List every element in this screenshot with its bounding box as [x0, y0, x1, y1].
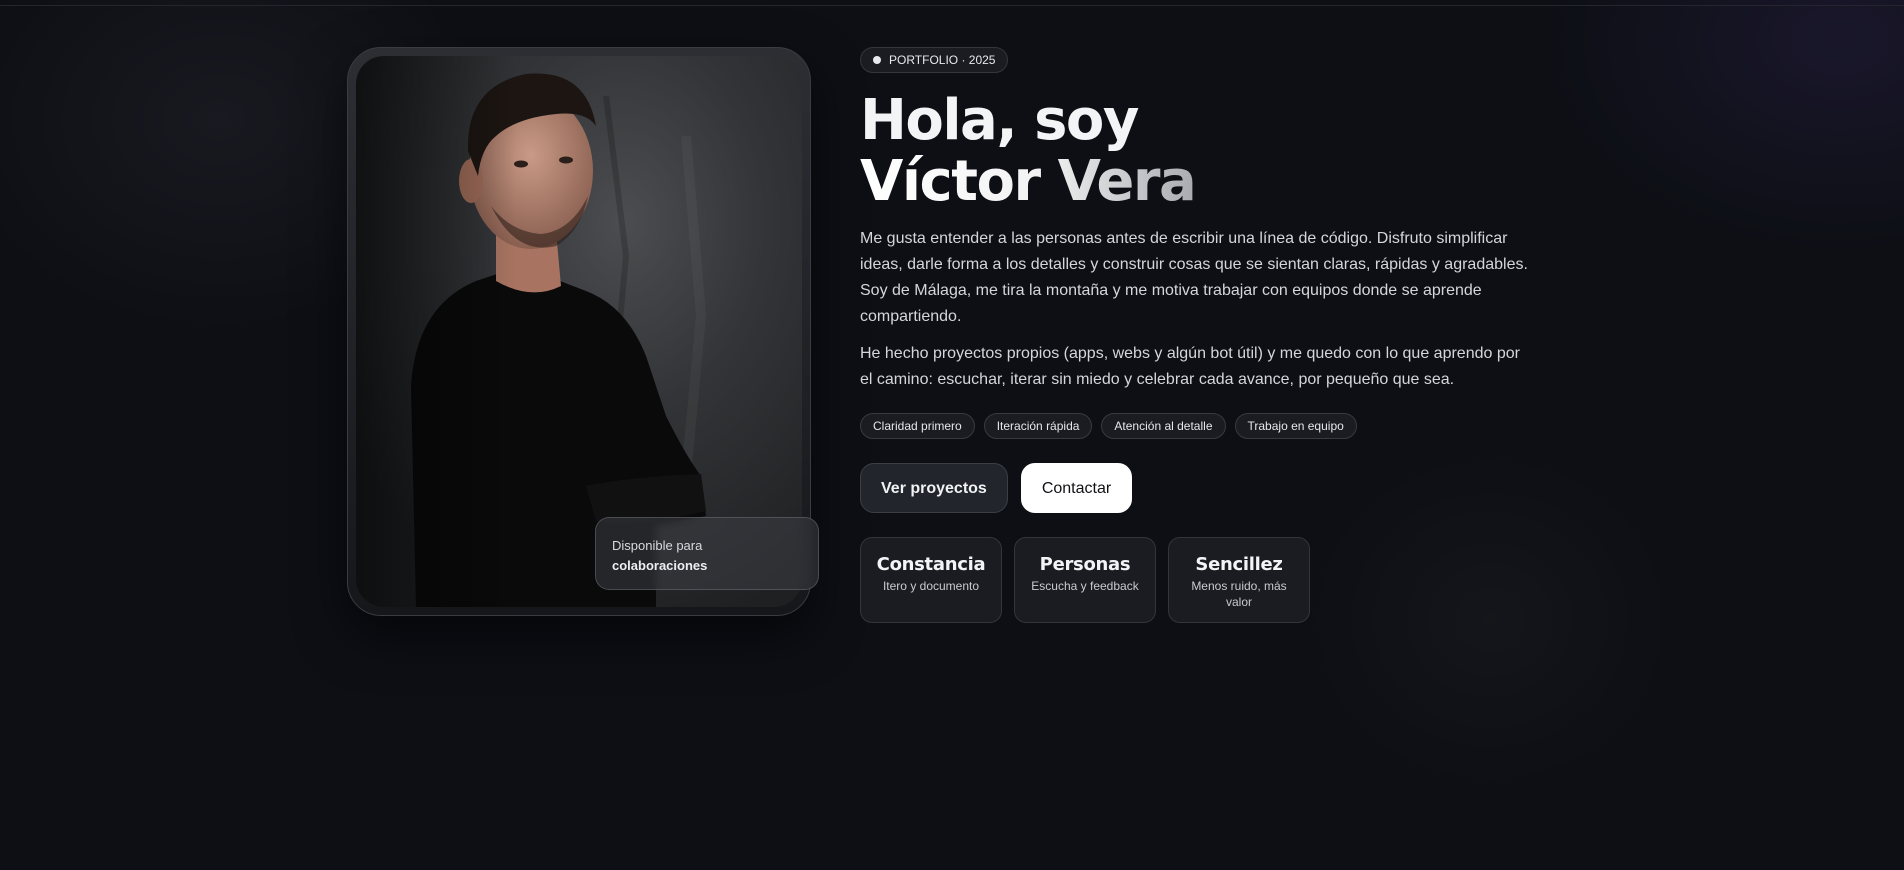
trait-title: Personas: [1039, 554, 1131, 575]
status-dot-icon: [873, 56, 881, 64]
trait-card: Sencillez Menos ruido, más valor: [1168, 537, 1310, 623]
availability-highlight: colaboraciones: [612, 558, 708, 573]
chip-claridad: Claridad primero: [860, 413, 975, 439]
values-chip-list: Claridad primero Iteración rápida Atenci…: [860, 413, 1357, 439]
chip-iteracion: Iteración rápida: [983, 413, 1093, 439]
chip-atencion: Atención al detalle: [1101, 413, 1226, 439]
availability-card: Disponible para colaboraciones: [595, 517, 819, 590]
trait-subtitle: Itero y documento: [882, 579, 980, 593]
hero-title-name: Víctor Vera: [860, 149, 1197, 214]
trait-subtitle: Escucha y feedback: [1031, 579, 1139, 593]
projects-paragraph: He hecho proyectos propios (apps, webs y…: [860, 345, 1520, 388]
trait-subtitle: Menos ruido, más valor: [1191, 579, 1287, 609]
traits-list: Constancia Itero y documento Personas Es…: [860, 537, 1310, 623]
trait-card: Personas Escucha y feedback: [1014, 537, 1156, 623]
cta-buttons: Ver proyectos Contactar: [860, 463, 1133, 513]
hero-title: Hola, soy Víctor Vera: [860, 88, 1197, 214]
intro-paragraph: Me gusta entender a las personas antes d…: [860, 230, 1528, 325]
contact-button[interactable]: Contactar: [1020, 463, 1133, 513]
trait-title: Sencillez: [1195, 554, 1283, 575]
portfolio-badge: PORTFOLIO · 2025: [860, 47, 1009, 73]
hero-title-line1: Hola, soy: [860, 88, 1139, 153]
top-divider: [0, 5, 1904, 6]
badge-label: PORTFOLIO · 2025: [889, 53, 996, 67]
view-projects-button[interactable]: Ver proyectos: [860, 463, 1008, 513]
chip-equipo: Trabajo en equipo: [1234, 413, 1357, 439]
trait-card: Constancia Itero y documento: [860, 537, 1002, 623]
trait-title: Constancia: [876, 554, 986, 575]
availability-text: Disponible para: [612, 538, 703, 553]
